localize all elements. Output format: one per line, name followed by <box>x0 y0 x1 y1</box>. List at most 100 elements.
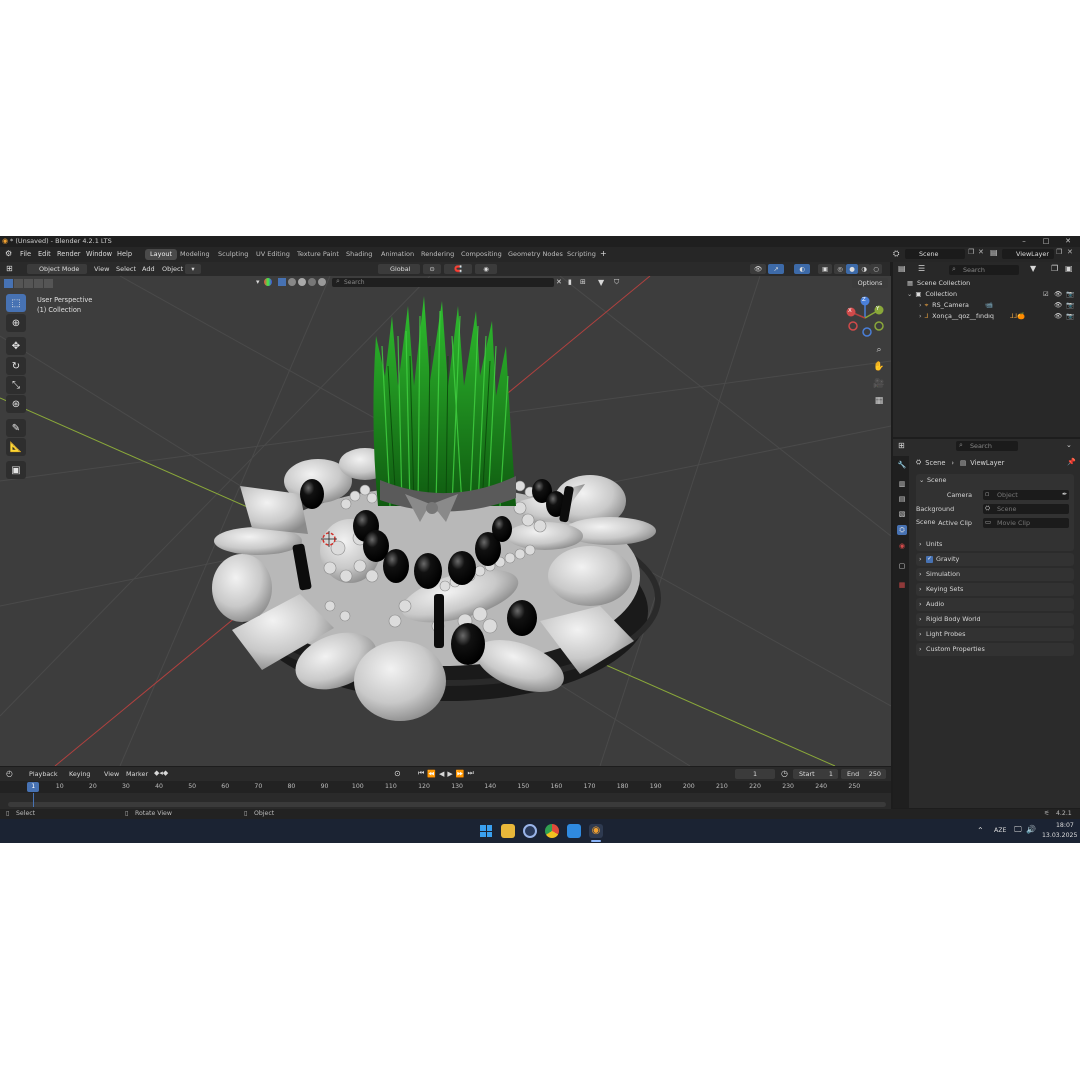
outliner-options-icon[interactable]: ▣ <box>1065 264 1073 273</box>
properties-options-icon[interactable]: ⌄ <box>1066 441 1072 449</box>
eyedropper-icon[interactable]: ✒ <box>1062 488 1067 501</box>
outliner-filter-icon[interactable]: ▼ <box>1030 264 1036 273</box>
snap-icon[interactable]: 🧲 <box>444 264 472 274</box>
blender-menu-icon[interactable]: ⚙ <box>5 249 12 258</box>
shading-5-icon[interactable] <box>318 278 326 286</box>
texture-tab-icon[interactable]: ▦ <box>897 580 907 590</box>
expand-arrow-icon[interactable]: › <box>919 312 922 320</box>
world-tab-icon[interactable]: ◉ <box>897 541 907 551</box>
jump-start-icon[interactable]: ⏮ <box>418 769 424 778</box>
tab-sculpting[interactable]: Sculpting <box>213 249 253 260</box>
navigation-gizmo[interactable]: Z X Y <box>843 296 887 340</box>
tab-animation[interactable]: Animation <box>376 249 419 260</box>
scale-tool-icon[interactable]: ⤡ <box>6 376 26 394</box>
play-reverse-icon[interactable]: ◀ <box>439 770 444 778</box>
delete-view-layer-icon[interactable]: ✕ <box>1067 248 1073 256</box>
annotate-tool-icon[interactable]: ✎ <box>6 419 26 437</box>
minimize-button[interactable]: – <box>1014 236 1034 247</box>
file-explorer-icon[interactable] <box>501 824 515 838</box>
shading-3-icon[interactable] <box>298 278 306 286</box>
tab-shading[interactable]: Shading <box>341 249 377 260</box>
audio-panel[interactable]: › Audio <box>916 598 1074 611</box>
perspective-toggle-icon[interactable]: ▦ <box>871 393 887 409</box>
play-icon[interactable]: ▶ <box>447 770 452 778</box>
overlay-toggle-icon[interactable]: ◐ <box>794 264 810 274</box>
marker-menu[interactable]: Marker <box>126 770 148 778</box>
xonca-render-icon[interactable]: 📷 <box>1066 311 1074 322</box>
light-probes-panel[interactable]: › Light Probes <box>916 628 1074 641</box>
visibility-icon[interactable]: 👁 <box>750 264 766 274</box>
new-collection-icon[interactable]: ❐ <box>1051 264 1058 273</box>
proportional-editing-icon[interactable]: ◉ <box>475 264 497 274</box>
editor-type-icon[interactable]: ⊞ <box>6 264 13 273</box>
view-menu[interactable]: View <box>94 265 109 273</box>
preview-range-icon[interactable]: ◷ <box>781 769 788 778</box>
shading-4-icon[interactable] <box>308 278 316 286</box>
outliner-search-input[interactable]: Search <box>949 265 1019 275</box>
end-frame-field[interactable]: End 250 <box>841 769 886 779</box>
render-tab-icon[interactable]: ▥ <box>897 479 907 489</box>
background-scene-field[interactable]: Scene <box>983 504 1069 514</box>
scene-tab-icon[interactable]: ⛭ <box>897 525 907 535</box>
view-layer-tab-icon[interactable]: ▧ <box>897 509 907 519</box>
options-button[interactable]: Options <box>852 278 888 288</box>
clear-search-icon[interactable]: ✕ <box>556 278 562 286</box>
menu-edit[interactable]: Edit <box>38 250 51 258</box>
transform-orientation-dropdown[interactable]: Global <box>378 264 420 274</box>
custom-properties-panel[interactable]: › Custom Properties <box>916 643 1074 656</box>
menu-help[interactable]: Help <box>117 250 132 258</box>
solid-shading-icon[interactable]: ● <box>846 264 858 274</box>
keying-sets-panel[interactable]: › Keying Sets <box>916 583 1074 596</box>
color-mode-icon[interactable] <box>264 278 272 286</box>
zoom-icon[interactable]: ⌕ <box>871 342 887 358</box>
tab-layout[interactable]: Layout <box>145 249 178 260</box>
add-cube-tool-icon[interactable]: ▣ <box>6 461 26 479</box>
expand-arrow-icon[interactable]: ⌄ <box>907 290 912 298</box>
windows-start-icon[interactable] <box>479 824 493 838</box>
object-type-icon[interactable]: ▾ <box>185 264 201 274</box>
menu-file[interactable]: File <box>20 250 31 258</box>
network-icon[interactable]: 🖵 <box>1014 825 1022 835</box>
rendered-shading-icon[interactable]: ○ <box>870 264 882 274</box>
blender-taskbar-icon[interactable]: ◉ <box>589 824 603 838</box>
close-button[interactable]: ✕ <box>1058 236 1078 247</box>
shading-2-icon[interactable] <box>288 278 296 286</box>
filter-icon[interactable]: ▼ <box>598 278 604 287</box>
camera-visibility-icon[interactable]: 👁 <box>1054 300 1062 311</box>
chrome-icon[interactable] <box>545 824 559 838</box>
gizmo-toggle-icon[interactable]: ↗ <box>768 264 784 274</box>
timeline-editor-icon[interactable]: ◴ <box>6 769 13 778</box>
expand-arrow-icon[interactable]: › <box>919 301 922 309</box>
collection-visibility-icon[interactable]: 👁 <box>1054 289 1062 300</box>
cortana-icon[interactable] <box>523 824 537 838</box>
link-icon[interactable]: ⊞ <box>580 278 586 286</box>
frame-ruler[interactable]: 1 10 20 30 40 50 60 70 80 90 100 110 120 130 140 150 160… <box>0 781 891 793</box>
view-layer-field[interactable]: ViewLayer <box>1002 249 1054 259</box>
camera-field[interactable]: Object <box>983 490 1069 500</box>
tab-geometry-nodes[interactable]: Geometry Nodes <box>503 249 568 260</box>
camera-view-icon[interactable]: 🎥 <box>871 376 887 392</box>
bookmark-icon[interactable]: ▮ <box>568 278 572 286</box>
tab-rendering[interactable]: Rendering <box>416 249 459 260</box>
select-box-icon[interactable]: ⬚ <box>6 294 26 312</box>
transform-tool-icon[interactable]: ⊛ <box>6 395 26 413</box>
select-intersect-icon[interactable] <box>44 278 53 288</box>
tab-scripting[interactable]: Scripting <box>562 249 601 260</box>
start-frame-field[interactable]: Start 1 <box>793 769 838 779</box>
outliner-row-collection[interactable]: ⌄ ▣ Collection ☑ 👁 📷 <box>893 289 1080 300</box>
move-tool-icon[interactable]: ✥ <box>6 337 26 355</box>
shading-1-icon[interactable] <box>278 278 286 286</box>
cursor-tool-icon[interactable]: ⊕ <box>6 314 26 332</box>
select-invert-icon[interactable] <box>34 278 43 288</box>
wireframe-shading-icon[interactable]: ◎ <box>834 264 846 274</box>
select-menu[interactable]: Select <box>116 265 136 273</box>
properties-editor-icon[interactable]: ⊞ <box>898 441 905 450</box>
delete-scene-icon[interactable]: ✕ <box>978 248 984 256</box>
menu-window[interactable]: Window <box>86 250 112 258</box>
mode-dropdown[interactable]: Object Mode <box>27 264 87 274</box>
current-frame-field[interactable]: 1 <box>735 769 775 779</box>
simulation-panel[interactable]: › Simulation <box>916 568 1074 581</box>
gravity-checkbox[interactable]: ✓ <box>926 556 933 563</box>
material-shading-icon[interactable]: ◑ <box>858 264 870 274</box>
tab-modeling[interactable]: Modeling <box>175 249 215 260</box>
